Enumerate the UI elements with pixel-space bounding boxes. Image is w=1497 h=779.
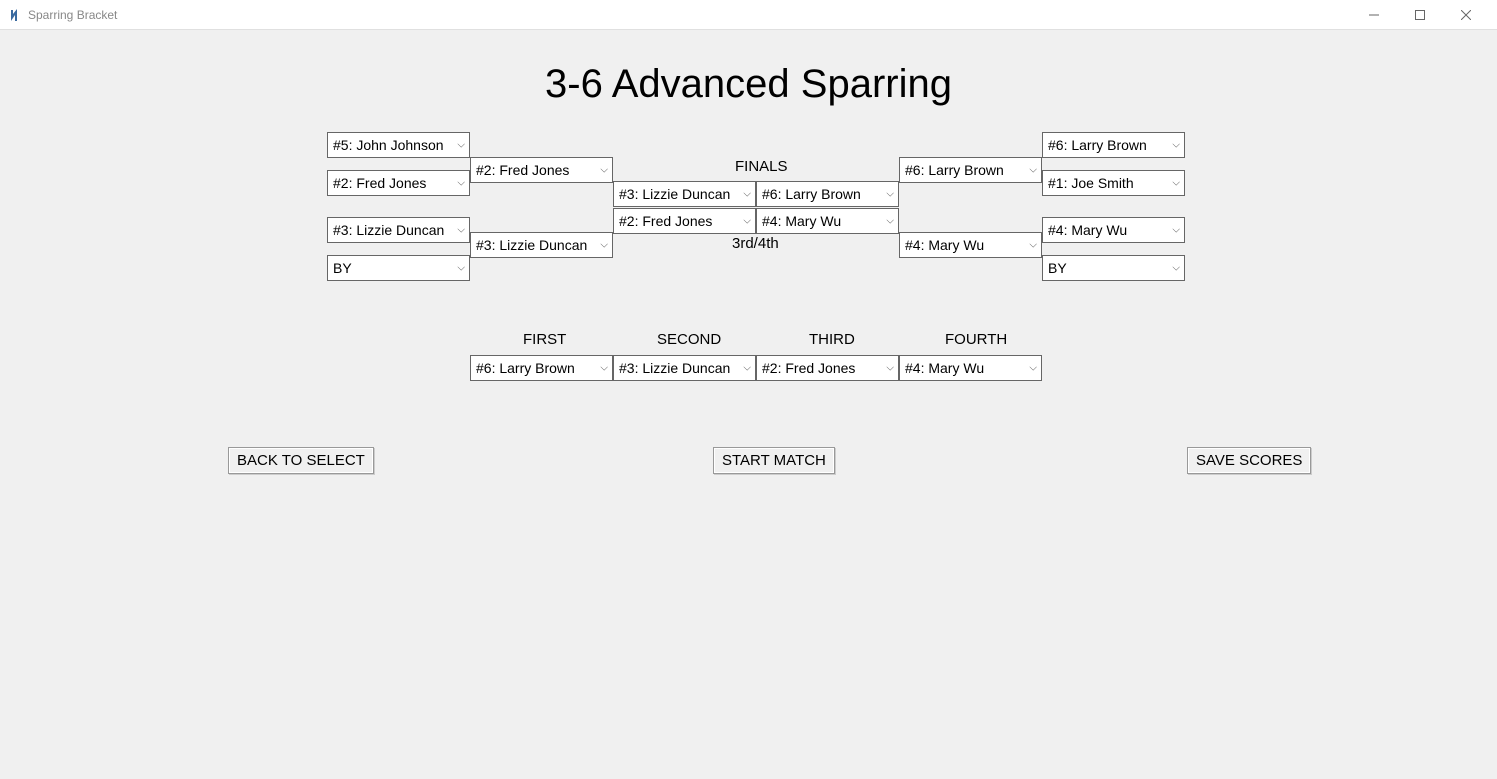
combo-value[interactable] (762, 213, 893, 229)
third-fourth-label: 3rd/4th (732, 235, 779, 252)
content-area: 3-6 Advanced Sparring ⌵ ⌵ ⌵ ⌵ ⌵ ⌵ FINALS… (0, 30, 1497, 779)
left-r1-slot1[interactable]: ⌵ (327, 132, 470, 158)
close-button[interactable] (1443, 0, 1489, 30)
window-controls (1351, 0, 1489, 30)
back-button[interactable]: BACK TO SELECT (228, 447, 374, 474)
window-title: Sparring Bracket (28, 8, 117, 22)
page-title: 3-6 Advanced Sparring (0, 62, 1497, 107)
start-match-button[interactable]: START MATCH (713, 447, 835, 474)
right-r1-slot4[interactable]: ⌵ (1042, 255, 1185, 281)
right-r2-slot1[interactable]: ⌵ (899, 157, 1042, 183)
combo-value[interactable] (762, 360, 893, 376)
minimize-button[interactable] (1351, 0, 1397, 30)
result-fourth[interactable]: ⌵ (899, 355, 1042, 381)
left-r2-slot2[interactable]: ⌵ (470, 232, 613, 258)
maximize-button[interactable] (1397, 0, 1443, 30)
combo-value[interactable] (1048, 137, 1179, 153)
result-third[interactable]: ⌵ (756, 355, 899, 381)
right-r1-slot1[interactable]: ⌵ (1042, 132, 1185, 158)
right-r1-slot2[interactable]: ⌵ (1042, 170, 1185, 196)
finals-right[interactable]: ⌵ (756, 181, 899, 207)
combo-value[interactable] (1048, 222, 1179, 238)
combo-value[interactable] (905, 162, 1036, 178)
third-label: THIRD (809, 331, 855, 348)
combo-value[interactable] (333, 222, 464, 238)
app-icon (8, 8, 22, 22)
finals-left[interactable]: ⌵ (613, 181, 756, 207)
left-r1-slot2[interactable]: ⌵ (327, 170, 470, 196)
combo-value[interactable] (333, 175, 464, 191)
right-r1-slot3[interactable]: ⌵ (1042, 217, 1185, 243)
left-r1-slot4[interactable]: ⌵ (327, 255, 470, 281)
right-r2-slot2[interactable]: ⌵ (899, 232, 1042, 258)
combo-value[interactable] (476, 360, 607, 376)
left-r2-slot1[interactable]: ⌵ (470, 157, 613, 183)
third-match-left[interactable]: ⌵ (613, 208, 756, 234)
combo-value[interactable] (762, 186, 893, 202)
left-r1-slot3[interactable]: ⌵ (327, 217, 470, 243)
third-match-right[interactable]: ⌵ (756, 208, 899, 234)
titlebar: Sparring Bracket (0, 0, 1497, 30)
fourth-label: FOURTH (945, 331, 1007, 348)
combo-value[interactable] (333, 137, 464, 153)
result-second[interactable]: ⌵ (613, 355, 756, 381)
combo-value[interactable] (905, 360, 1036, 376)
combo-value[interactable] (476, 237, 607, 253)
combo-value[interactable] (1048, 175, 1179, 191)
combo-value[interactable] (1048, 260, 1179, 276)
combo-value[interactable] (905, 237, 1036, 253)
save-scores-button[interactable]: SAVE SCORES (1187, 447, 1311, 474)
combo-value[interactable] (619, 213, 750, 229)
combo-value[interactable] (333, 260, 464, 276)
combo-value[interactable] (476, 162, 607, 178)
second-label: SECOND (657, 331, 721, 348)
first-label: FIRST (523, 331, 566, 348)
finals-label: FINALS (735, 158, 788, 175)
combo-value[interactable] (619, 360, 750, 376)
result-first[interactable]: ⌵ (470, 355, 613, 381)
combo-value[interactable] (619, 186, 750, 202)
